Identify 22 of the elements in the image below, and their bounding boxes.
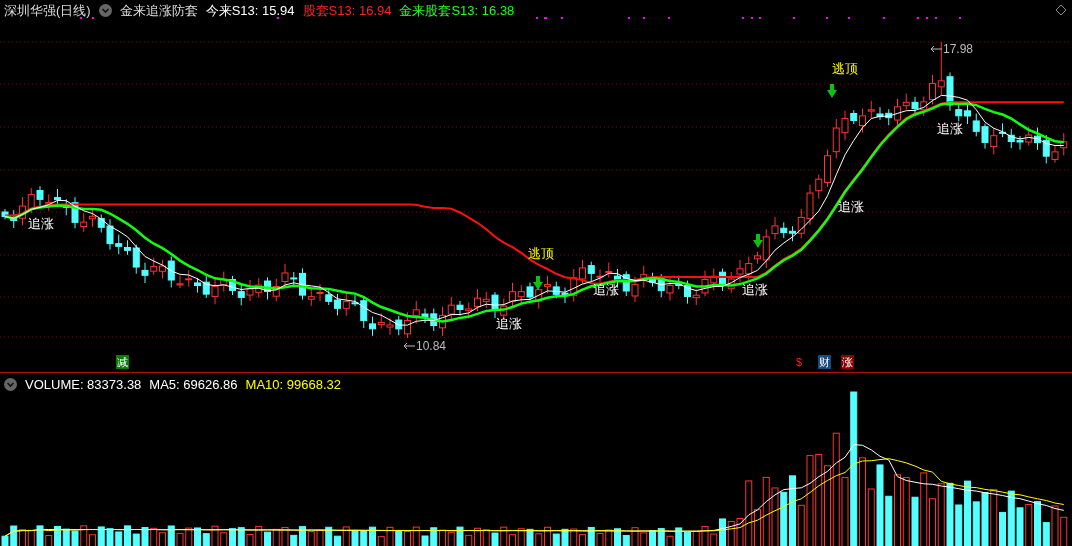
price-label: 10.84 xyxy=(416,338,447,355)
signal-label: 逃顶 xyxy=(528,245,554,263)
event-badge[interactable]: 涨 xyxy=(841,355,854,369)
stock-title: 深圳华强(日线) xyxy=(4,2,91,20)
volume-average-value: MA5: 69626.86 xyxy=(149,376,238,394)
event-badge[interactable]: 财 xyxy=(818,355,831,369)
signal-label: 追涨 xyxy=(593,281,619,299)
indicator-value: 金来股套S13: 16.38 xyxy=(399,2,515,20)
event-badge[interactable]: 减 xyxy=(116,355,129,369)
event-badge[interactable]: $ xyxy=(795,355,804,369)
price-label: 17.98 xyxy=(943,41,974,58)
indicator-name: 金来追涨防套 xyxy=(119,2,198,20)
signal-label: 追涨 xyxy=(496,315,522,333)
signal-label: 追涨 xyxy=(28,215,54,233)
signal-label: 追涨 xyxy=(742,281,768,299)
volume-average-value: MA10: 99668.32 xyxy=(245,376,341,394)
indicator-value: 今来S13: 15.94 xyxy=(205,2,295,20)
indicator-value: 股套S13: 16.94 xyxy=(302,2,392,20)
volume-value: VOLUME: 83373.38 xyxy=(25,376,142,394)
signal-label: 追涨 xyxy=(838,198,864,216)
signal-label: 追涨 xyxy=(937,120,963,138)
signal-label: 逃顶 xyxy=(832,60,858,78)
